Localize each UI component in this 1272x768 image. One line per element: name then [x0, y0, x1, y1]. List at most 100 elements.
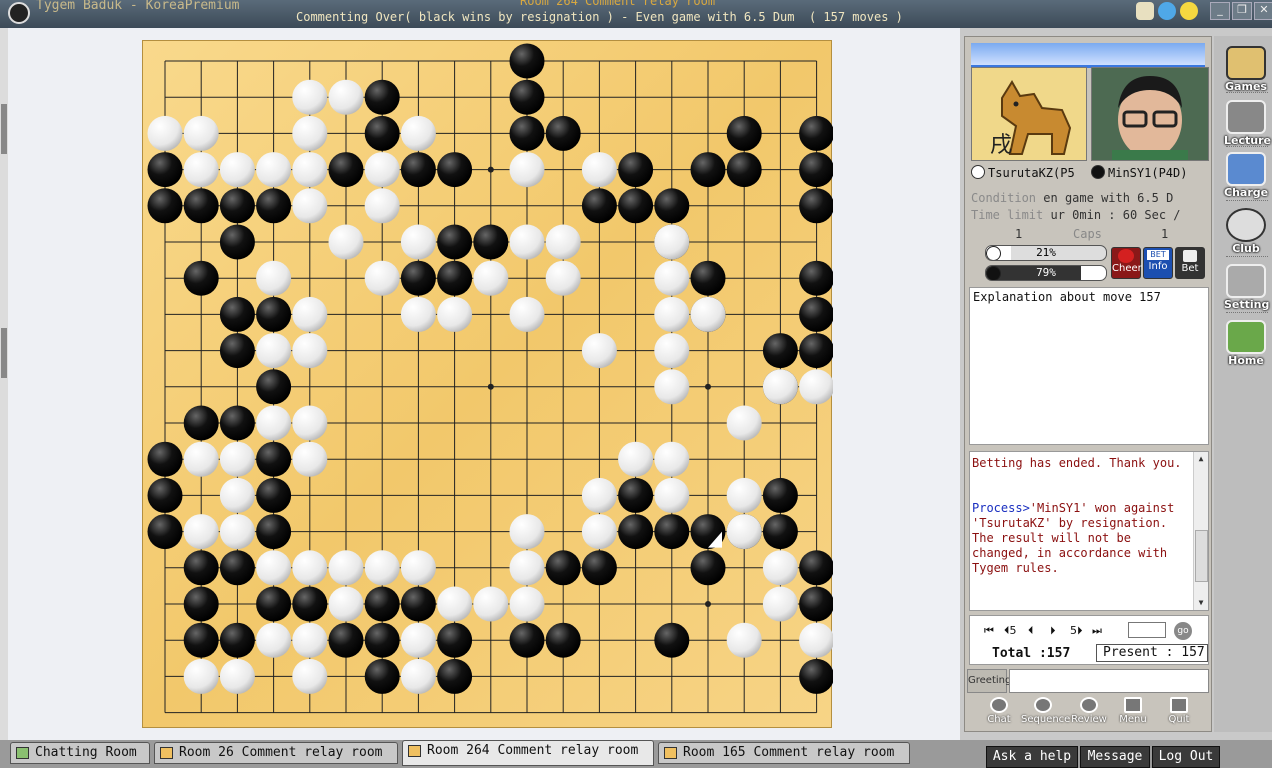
white-stone — [219, 514, 255, 550]
cheer-button[interactable]: Cheer — [1111, 247, 1142, 279]
explanation-text: Explanation about move 157 — [973, 290, 1161, 304]
sidebar-item-setting[interactable]: Setting — [1224, 264, 1269, 311]
white-stone — [654, 441, 690, 477]
chat-icon — [990, 697, 1008, 713]
move-number-input[interactable] — [1128, 622, 1166, 638]
sidebar-item-club[interactable]: Club — [1224, 208, 1268, 255]
black-stone — [762, 477, 798, 513]
white-win-bar: 21% — [985, 245, 1107, 261]
tv-icon — [1226, 100, 1266, 134]
black-player-avatar[interactable] — [1091, 67, 1209, 161]
black-stone — [799, 115, 833, 151]
white-stone — [219, 152, 255, 188]
quit-button[interactable]: Quit — [1157, 697, 1201, 725]
ask-help-button[interactable]: Ask a help — [986, 746, 1078, 768]
white-knob-icon — [986, 246, 1001, 260]
first-move-button[interactable]: ⏮ — [984, 624, 994, 638]
black-stone — [654, 622, 690, 658]
black-stone — [762, 514, 798, 550]
board-grid[interactable] — [143, 41, 833, 729]
info-label: Info — [1148, 261, 1168, 272]
captures-label: Caps — [1073, 227, 1102, 241]
restore-icon[interactable]: ❐ — [1232, 2, 1252, 20]
app-icon[interactable] — [8, 2, 30, 24]
sidebar-item-home[interactable]: Home — [1224, 320, 1268, 367]
tab-chatting-room[interactable]: Chatting Room — [10, 742, 150, 764]
chat-log[interactable]: Betting has ended. Thank you. Process>'M… — [969, 451, 1209, 611]
black-knob-icon — [986, 266, 1001, 280]
last-move-button[interactable]: ⏭ — [1092, 624, 1102, 638]
white-stone — [654, 224, 690, 260]
tab-room-165[interactable]: Room 165 Comment relay room — [658, 742, 910, 764]
white-stone — [509, 224, 545, 260]
prev-move-button[interactable]: ⏴ — [1028, 624, 1034, 638]
white-stone — [581, 333, 617, 369]
white-player-avatar[interactable]: 戌 — [971, 67, 1087, 161]
white-stone — [256, 622, 292, 658]
white-stone — [183, 514, 219, 550]
menu-button[interactable]: Menu — [1111, 697, 1155, 725]
white-stone — [762, 550, 798, 586]
black-stone — [545, 622, 581, 658]
scroll-down-icon[interactable]: ▼ — [1194, 596, 1208, 610]
move-navigation: ⏮ ⏴5 ⏴ ⏵ 5⏵ ⏭ go Total :157 Present : 15… — [969, 615, 1209, 665]
review-button[interactable]: Review — [1067, 697, 1111, 725]
black-stone — [400, 152, 436, 188]
go-button[interactable]: go — [1174, 622, 1192, 640]
black-stone — [219, 333, 255, 369]
minimize-icon[interactable]: _ — [1210, 2, 1230, 20]
scroll-up-icon[interactable]: ▲ — [1194, 452, 1208, 466]
charge-label: Charge — [1224, 186, 1269, 199]
sidebar-item-lecture[interactable]: Lecture — [1224, 100, 1271, 147]
white-stone — [509, 152, 545, 188]
back-5-button[interactable]: ⏴5 — [1004, 624, 1017, 638]
tab-room-264[interactable]: Room 264 Comment relay room — [402, 740, 654, 766]
tab-room-26[interactable]: Room 26 Comment relay room — [154, 742, 398, 764]
greeting-button[interactable]: Greeting — [967, 669, 1011, 693]
forward-5-button[interactable]: 5⏵ — [1070, 624, 1083, 638]
black-stone — [147, 188, 183, 224]
menu-icon — [1124, 697, 1142, 713]
sequence-button[interactable]: Sequence — [1021, 697, 1070, 725]
black-stone — [618, 514, 654, 550]
sidebar-item-charge[interactable]: Charge — [1224, 152, 1268, 199]
white-stone — [473, 260, 509, 296]
message-button[interactable]: Message — [1080, 746, 1150, 768]
house-icon — [16, 747, 29, 759]
paint-icon[interactable] — [1136, 2, 1154, 20]
total-moves: Total :157 — [992, 646, 1071, 661]
white-stone — [581, 514, 617, 550]
bet-button[interactable]: Bet — [1175, 247, 1205, 279]
search-icon[interactable] — [1158, 2, 1176, 20]
black-stone — [147, 477, 183, 513]
go-board[interactable] — [142, 40, 833, 729]
move-explanation-box[interactable]: Explanation about move 157 — [969, 287, 1209, 445]
home-label: Home — [1228, 354, 1264, 367]
lightbulb-icon[interactable] — [1180, 2, 1198, 20]
greeting-input[interactable] — [1009, 669, 1209, 693]
heart-icon — [1118, 249, 1134, 263]
white-stone — [726, 622, 762, 658]
sidebar-item-games[interactable]: Games — [1224, 46, 1268, 93]
black-stone — [618, 188, 654, 224]
logout-button[interactable]: Log Out — [1152, 746, 1220, 768]
white-stone — [292, 115, 328, 151]
next-move-button[interactable]: ⏵ — [1050, 624, 1056, 638]
white-stone — [219, 658, 255, 694]
app-title: Tygem Baduk - KoreaPremium — [36, 0, 240, 13]
scroll-thumb[interactable] — [1195, 530, 1208, 582]
left-edge-handle[interactable] — [1, 328, 7, 378]
chat-scrollbar[interactable]: ▲ ▼ — [1193, 452, 1208, 610]
white-stone — [400, 658, 436, 694]
black-captures: 1 — [1161, 227, 1169, 241]
white-stone — [690, 296, 726, 332]
white-stone — [509, 514, 545, 550]
captures-row: 1 Caps 1 — [971, 227, 1207, 241]
info-button[interactable]: BET Info — [1143, 247, 1173, 279]
chat-button[interactable]: Chat — [977, 697, 1021, 725]
left-edge-handle[interactable] — [1, 104, 7, 154]
white-stone — [726, 405, 762, 441]
close-icon[interactable]: ✕ — [1254, 2, 1272, 20]
black-stone — [690, 550, 726, 586]
white-stone — [799, 369, 833, 405]
